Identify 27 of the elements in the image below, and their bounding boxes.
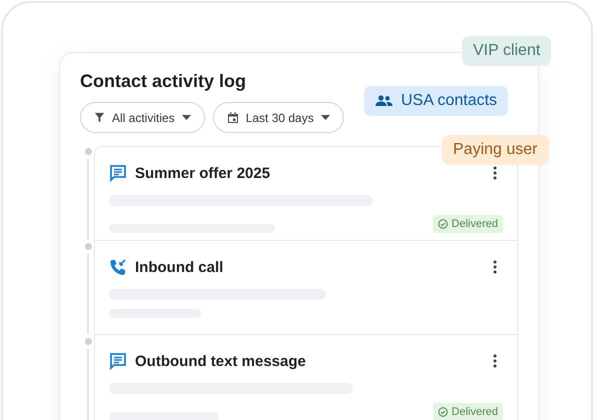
activity-title: Summer offer 2025 xyxy=(135,164,272,182)
filter-dropdown[interactable]: Last 30 days xyxy=(212,102,344,133)
filter-dropdown[interactable]: All activities xyxy=(80,102,205,133)
tag-label: USA contacts xyxy=(364,86,508,116)
tag-label: VIP client xyxy=(462,36,552,66)
filter-icon xyxy=(94,112,105,123)
phone-icon xyxy=(109,258,127,276)
status-badge: Delivered xyxy=(432,215,503,233)
caret-icon xyxy=(320,115,330,120)
people-icon xyxy=(375,95,393,107)
message-icon xyxy=(109,164,127,182)
check-circle-icon xyxy=(438,219,448,229)
activity-title: Inbound call xyxy=(135,258,224,276)
card-title: Contact activity log xyxy=(80,71,248,92)
timeline-dot xyxy=(84,148,92,155)
message-icon xyxy=(109,352,127,370)
more-icon[interactable] xyxy=(493,354,497,368)
activity-title: Outbound text message xyxy=(135,352,307,370)
more-icon[interactable] xyxy=(493,260,497,274)
tag-label: Paying user xyxy=(442,135,548,165)
timeline-dot xyxy=(84,338,92,345)
more-icon[interactable] xyxy=(493,166,497,180)
calendar-icon xyxy=(226,112,239,124)
caret-icon xyxy=(182,115,191,120)
check-circle-icon xyxy=(438,407,448,417)
status-badge: Delivered xyxy=(432,403,503,420)
timeline-dot xyxy=(84,243,92,250)
